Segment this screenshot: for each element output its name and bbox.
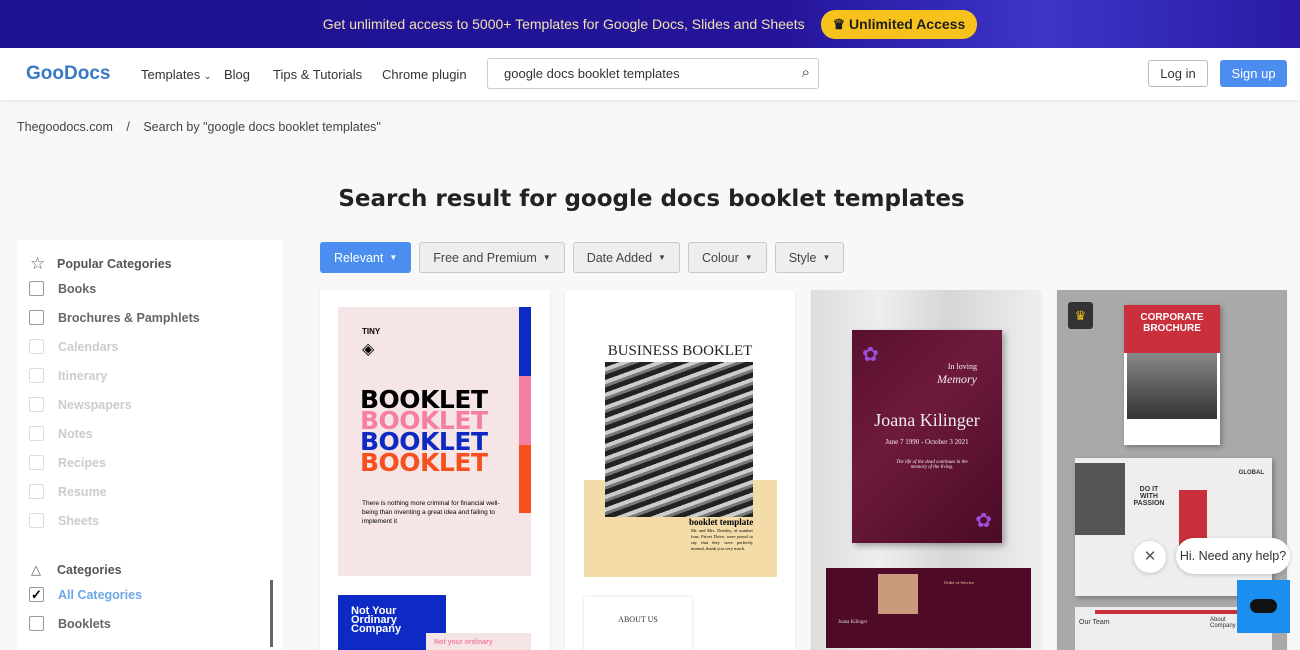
chevron-down-icon: ▼ bbox=[542, 253, 551, 262]
filter-date-added[interactable]: Date Added ▼ bbox=[572, 242, 680, 273]
categories-heading: Categories bbox=[57, 563, 122, 577]
nav-tips[interactable]: Tips & Tutorials bbox=[273, 67, 362, 82]
breadcrumb-current: Search by "google docs booklet templates… bbox=[143, 120, 381, 134]
checkbox[interactable] bbox=[29, 616, 44, 631]
checkbox[interactable] bbox=[29, 281, 44, 296]
promo-banner: Get unlimited access to 5000+ Templates … bbox=[0, 0, 1300, 48]
filter-free-premium[interactable]: Free and Premium ▼ bbox=[419, 242, 565, 273]
top-nav: GooDocs Templates ⌄ Blog Tips & Tutorial… bbox=[0, 48, 1300, 100]
category-newspapers[interactable]: Newspapers bbox=[29, 397, 132, 412]
nav-chrome-plugin[interactable]: Chrome plugin bbox=[382, 67, 467, 82]
close-chat-icon[interactable]: ✕ bbox=[1134, 541, 1166, 573]
flower-icon: ✿ bbox=[975, 510, 992, 532]
checkbox-checked[interactable]: ✓ bbox=[29, 587, 44, 602]
category-recipes[interactable]: Recipes bbox=[29, 455, 106, 470]
chat-button[interactable] bbox=[1237, 580, 1290, 633]
popular-heading: Popular Categories bbox=[57, 257, 172, 271]
category-notes[interactable]: Notes bbox=[29, 426, 93, 441]
team-photo bbox=[1127, 353, 1217, 419]
person-photo bbox=[1075, 463, 1125, 535]
crown-icon: ♛ bbox=[832, 15, 850, 32]
page-title: Search result for google docs booklet te… bbox=[338, 186, 965, 212]
category-calendars[interactable]: Calendars bbox=[29, 339, 118, 354]
category-booklets[interactable]: Booklets bbox=[29, 616, 111, 631]
template-card-business-booklet[interactable]: BUSINESS BOOKLET booklet template Mr. an… bbox=[565, 290, 795, 650]
logo[interactable]: GooDocs bbox=[26, 63, 110, 85]
search-icon[interactable]: ⌕ bbox=[802, 64, 810, 81]
tiny-logo-icon: ◈ bbox=[362, 341, 375, 358]
breadcrumb-separator: / bbox=[126, 120, 130, 134]
breadcrumb: Thegoodocs.com / Search by "google docs … bbox=[17, 120, 381, 134]
checkbox[interactable] bbox=[29, 368, 44, 383]
search-input[interactable]: google docs booklet templates ⌕ bbox=[487, 58, 819, 89]
portrait-photo bbox=[878, 574, 918, 614]
chevron-down-icon: ⌄ bbox=[203, 70, 212, 81]
chat-bubble-icon bbox=[1250, 599, 1277, 613]
unlimited-access-button[interactable]: ♛ Unlimited Access bbox=[820, 9, 978, 39]
checkbox[interactable] bbox=[29, 513, 44, 528]
nav-blog[interactable]: Blog bbox=[224, 67, 250, 82]
chevron-down-icon: ▼ bbox=[658, 253, 666, 262]
chat-prompt[interactable]: Hi. Need any help? bbox=[1176, 538, 1290, 574]
chevron-down-icon: ▼ bbox=[822, 253, 831, 262]
nav-templates[interactable]: Templates ⌄ bbox=[141, 67, 211, 82]
login-button[interactable]: Log in bbox=[1148, 60, 1208, 87]
checkbox[interactable] bbox=[29, 426, 44, 441]
category-sheets[interactable]: Sheets bbox=[29, 513, 99, 528]
checkbox[interactable] bbox=[29, 455, 44, 470]
shapes-icon: △ bbox=[31, 562, 41, 577]
crown-icon: ♛ bbox=[1068, 302, 1093, 329]
flower-icon: ✿ bbox=[862, 344, 879, 366]
metal-image bbox=[605, 362, 753, 517]
checkbox[interactable] bbox=[29, 310, 44, 325]
category-brochures-pamphlets[interactable]: Brochures & Pamphlets bbox=[29, 310, 200, 325]
filter-bar: Relevant ▼ Free and Premium ▼ Date Added ▼ … bbox=[320, 242, 845, 273]
category-itinerary[interactable]: Itinerary bbox=[29, 368, 107, 383]
breadcrumb-home[interactable]: Thegoodocs.com bbox=[17, 120, 113, 134]
filter-colour[interactable]: Colour ▼ bbox=[687, 242, 767, 273]
filter-relevant[interactable]: Relevant ▼ bbox=[320, 242, 412, 273]
category-all[interactable]: ✓ All Categories bbox=[29, 587, 142, 602]
checkbox[interactable] bbox=[29, 484, 44, 499]
category-books[interactable]: Books bbox=[29, 281, 96, 296]
chevron-down-icon: ▼ bbox=[389, 253, 398, 262]
template-card-memory-booklet[interactable]: ✿ In loving Memory Joana Kilinger June 7… bbox=[811, 290, 1041, 650]
sidebar-scrollbar[interactable] bbox=[270, 580, 273, 647]
category-resume[interactable]: Resume bbox=[29, 484, 107, 499]
checkbox[interactable] bbox=[29, 397, 44, 412]
checkbox[interactable] bbox=[29, 339, 44, 354]
promo-text: Get unlimited access to 5000+ Templates … bbox=[322, 16, 805, 32]
chevron-down-icon: ▼ bbox=[744, 253, 753, 262]
template-card-tiny-booklet[interactable]: TINY ◈ BOOKLET BOOKLET BOOKLET BOOKLET Ther… bbox=[320, 290, 550, 650]
star-icon: ☆ bbox=[30, 254, 46, 273]
filter-style[interactable]: Style ▼ bbox=[774, 242, 845, 273]
sidebar: ☆ Popular Categories Books Brochures & Pa… bbox=[17, 240, 282, 650]
signup-button[interactable]: Sign up bbox=[1220, 60, 1287, 87]
